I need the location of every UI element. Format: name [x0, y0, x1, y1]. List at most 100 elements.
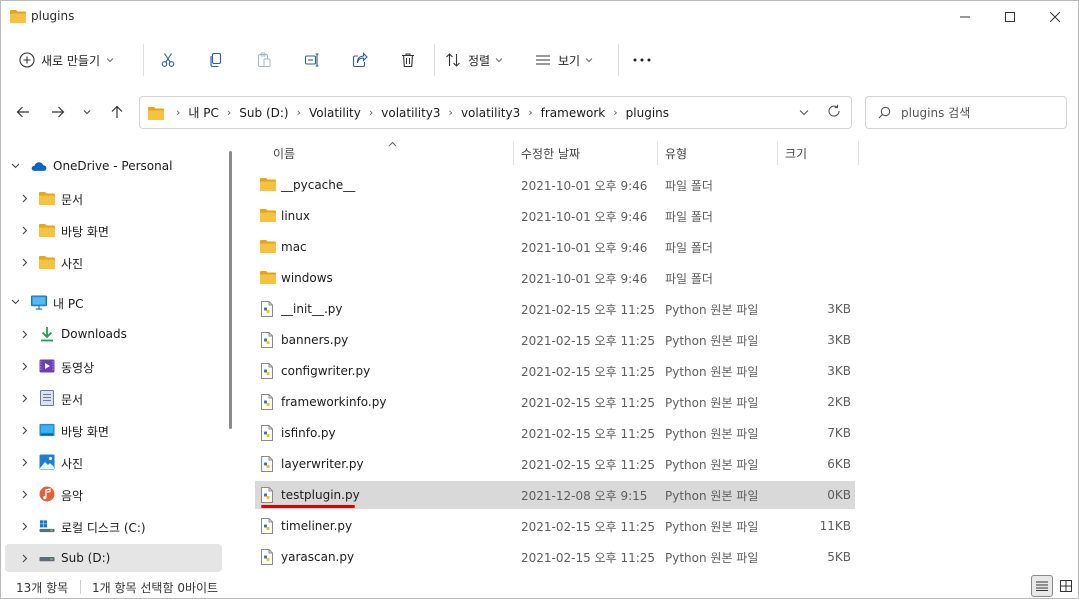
- refresh-button[interactable]: [827, 104, 841, 121]
- forward-button[interactable]: [44, 97, 72, 127]
- sidebar-item-sub-drive-d[interactable]: Sub (D:): [5, 544, 222, 572]
- red-underline-annotation: [261, 505, 355, 508]
- tiles-view-button[interactable]: [1055, 575, 1077, 597]
- chevron-right-icon[interactable]: [19, 456, 31, 468]
- column-divider[interactable]: [513, 141, 514, 165]
- address-bar[interactable]: › 내 PC › Sub (D:) › Volatility › volatil…: [139, 96, 852, 129]
- column-divider[interactable]: [777, 141, 778, 165]
- minimize-icon: [960, 16, 970, 18]
- toolbar-divider: [143, 44, 144, 76]
- minimize-button[interactable]: [942, 1, 988, 33]
- sidebar-item-videos[interactable]: 동영상: [5, 352, 222, 380]
- file-size: 5KB: [827, 550, 851, 564]
- sidebar-item-label: 동영상: [61, 361, 95, 375]
- rename-button[interactable]: [296, 45, 328, 75]
- sidebar-item-music[interactable]: 음악: [5, 480, 222, 508]
- address-history-button[interactable]: [799, 105, 809, 119]
- chevron-right-icon[interactable]: [19, 256, 31, 268]
- chevron-right-icon[interactable]: [19, 488, 31, 500]
- sidebar-item-onedrive-pictures[interactable]: 사진: [5, 248, 222, 276]
- breadcrumb-item[interactable]: Sub (D:): [239, 106, 288, 120]
- file-row[interactable]: linux 2021-10-01 오후 9:46 파일 폴더: [255, 202, 855, 230]
- chevron-right-icon[interactable]: [19, 520, 31, 532]
- maximize-button[interactable]: [987, 1, 1033, 33]
- share-button[interactable]: [344, 45, 376, 75]
- close-button[interactable]: [1032, 1, 1078, 33]
- python-file-icon: [260, 332, 276, 348]
- column-header-date[interactable]: 수정한 날짜: [521, 139, 580, 167]
- back-button[interactable]: [9, 97, 37, 127]
- file-row[interactable]: windows 2021-10-01 오후 9:46 파일 폴더: [255, 264, 855, 292]
- sidebar-item-onedrive-desktop[interactable]: 바탕 화면: [5, 216, 222, 244]
- more-options-button[interactable]: [626, 45, 658, 75]
- column-divider[interactable]: [657, 141, 658, 165]
- sidebar-item-label: 문서: [61, 393, 84, 407]
- view-label: 보기: [558, 53, 581, 68]
- chevron-right-icon[interactable]: [19, 360, 31, 372]
- file-row[interactable]: isfinfo.py 2021-02-15 오후 11:25 Python 원본 파…: [255, 419, 855, 447]
- file-row[interactable]: __pycache__ 2021-10-01 오후 9:46 파일 폴더: [255, 171, 855, 199]
- search-box[interactable]: [865, 96, 1067, 129]
- breadcrumb-item[interactable]: volatility3: [461, 106, 520, 120]
- chevron-right-icon[interactable]: [19, 552, 31, 564]
- file-row[interactable]: frameworkinfo.py 2021-02-15 오후 11:25 Pytho…: [255, 388, 855, 416]
- file-row[interactable]: configwriter.py 2021-02-15 오후 11:25 Python…: [255, 357, 855, 385]
- sidebar-scrollbar[interactable]: [229, 151, 232, 429]
- chevron-down-icon[interactable]: [9, 160, 21, 172]
- breadcrumb-item[interactable]: volatility3: [381, 106, 440, 120]
- arrow-right-icon: [52, 106, 65, 118]
- sidebar-item-onedrive[interactable]: OneDrive - Personal: [5, 152, 222, 180]
- chevron-right-icon[interactable]: [19, 192, 31, 204]
- navigation-pane: OneDrive - Personal 문서 바탕 화면 사진 내 PC Dow…: [1, 139, 233, 575]
- sidebar-item-this-pc[interactable]: 내 PC: [5, 288, 222, 316]
- breadcrumb-item[interactable]: Volatility: [309, 106, 361, 120]
- column-divider[interactable]: [858, 141, 859, 165]
- file-row[interactable]: timeliner.py 2021-02-15 오후 11:25 Python 원본…: [255, 512, 855, 540]
- chevron-right-icon[interactable]: [19, 328, 31, 340]
- breadcrumb-item[interactable]: 내 PC: [188, 104, 218, 121]
- windows-drive-icon: [39, 518, 55, 534]
- view-button[interactable]: 보기: [535, 45, 611, 75]
- sidebar-item-label: 음악: [61, 489, 84, 503]
- column-header-type[interactable]: 유형: [665, 139, 687, 167]
- chevron-right-icon[interactable]: [19, 424, 31, 436]
- breadcrumb-item[interactable]: plugins: [626, 106, 669, 120]
- column-header-size[interactable]: 크기: [785, 139, 807, 167]
- details-view-icon: [1036, 581, 1048, 591]
- file-row[interactable]: __init__.py 2021-02-15 오후 11:25 Python 원본 …: [255, 295, 855, 323]
- python-file-icon: [260, 487, 276, 503]
- sidebar-item-local-disk-c[interactable]: 로컬 디스크 (C:): [5, 512, 222, 540]
- chevron-down-icon[interactable]: [9, 296, 21, 308]
- sidebar-item-pictures[interactable]: 사진: [5, 448, 222, 476]
- delete-button[interactable]: [392, 45, 424, 75]
- file-row[interactable]: banners.py 2021-02-15 오후 11:25 Python 원본 파…: [255, 326, 855, 354]
- chevron-right-icon[interactable]: [19, 224, 31, 236]
- details-view-button[interactable]: [1031, 575, 1053, 597]
- file-row[interactable]: layerwriter.py 2021-02-15 오후 11:25 Python …: [255, 450, 855, 478]
- sidebar-item-onedrive-documents[interactable]: 문서: [5, 184, 222, 212]
- title-bar: plugins: [1, 1, 1078, 33]
- file-date: 2021-10-01 오후 9:46: [521, 178, 648, 193]
- copy-button[interactable]: [200, 45, 232, 75]
- recent-locations-button[interactable]: [75, 97, 99, 127]
- sort-button[interactable]: 정렬: [445, 45, 521, 75]
- folder-icon: [39, 190, 55, 206]
- arrow-left-icon: [16, 106, 29, 118]
- file-row[interactable]: yarascan.py 2021-02-15 오후 11:25 Python 원본 …: [255, 543, 855, 571]
- file-row[interactable]: mac 2021-10-01 오후 9:46 파일 폴더: [255, 233, 855, 261]
- file-name: yarascan.py: [281, 550, 355, 564]
- search-input[interactable]: [901, 105, 1061, 120]
- up-button[interactable]: [103, 97, 131, 127]
- sidebar-item-label: 사진: [61, 457, 84, 471]
- sidebar-item-desktop[interactable]: 바탕 화면: [5, 416, 222, 444]
- toolbar-divider: [434, 44, 435, 76]
- paste-button[interactable]: [248, 45, 280, 75]
- sidebar-item-downloads[interactable]: Downloads: [5, 320, 222, 348]
- column-header-name[interactable]: 이름: [273, 139, 295, 167]
- sidebar-item-documents[interactable]: 문서: [5, 384, 222, 412]
- breadcrumb-item[interactable]: framework: [541, 106, 606, 120]
- new-button[interactable]: 새로 만들기: [19, 45, 131, 75]
- cut-button[interactable]: [152, 45, 184, 75]
- chevron-right-icon[interactable]: [19, 392, 31, 404]
- pictures-icon: [39, 454, 55, 470]
